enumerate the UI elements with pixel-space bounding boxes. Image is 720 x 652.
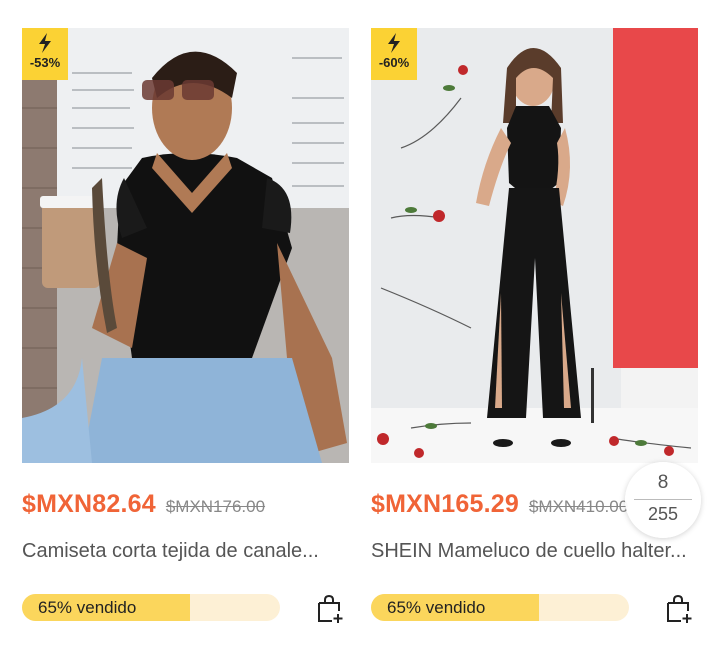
- page-divider: [634, 499, 692, 500]
- product-card[interactable]: -53% $MXN82.64 $MXN176.00 Camiseta corta…: [22, 28, 349, 623]
- product-image[interactable]: -53%: [22, 28, 349, 463]
- flash-icon: [39, 33, 51, 53]
- flash-sale-badge: -60%: [371, 28, 417, 80]
- discount-label: -60%: [378, 55, 410, 70]
- sold-progress-bar: 65% vendido: [22, 594, 280, 621]
- discount-label: -53%: [29, 55, 61, 70]
- sold-progress-bar: 65% vendido: [371, 594, 629, 621]
- current-page: 8: [657, 472, 669, 493]
- add-to-cart-button[interactable]: [664, 594, 694, 624]
- sold-label: 65% vendido: [38, 598, 137, 617]
- flash-sale-badge: -53%: [22, 28, 68, 80]
- add-to-cart-icon: [318, 594, 343, 623]
- sale-price: $MXN165.29: [371, 490, 519, 518]
- original-price: $MXN176.00: [165, 497, 266, 516]
- sold-label: 65% vendido: [387, 598, 486, 617]
- product-image[interactable]: -60%: [371, 28, 698, 463]
- original-price: $MXN410.00: [528, 497, 629, 516]
- product-photo-illustration: [371, 28, 698, 463]
- add-to-cart-icon: [667, 594, 692, 623]
- product-photo-illustration: [22, 28, 349, 463]
- page-counter[interactable]: 8 255: [625, 462, 701, 538]
- product-title[interactable]: SHEIN Mameluco de cuello halter...: [371, 540, 698, 563]
- price-row: $MXN82.64 $MXN176.00: [22, 490, 349, 526]
- product-card[interactable]: -60% $MXN165.29 $MXN410.00 SHEIN Mameluc…: [371, 28, 698, 623]
- sale-price: $MXN82.64: [22, 490, 156, 518]
- flash-icon: [388, 33, 400, 53]
- add-to-cart-button[interactable]: [315, 594, 345, 624]
- product-title[interactable]: Camiseta corta tejida de canale...: [22, 540, 349, 563]
- total-pages: 255: [647, 504, 679, 524]
